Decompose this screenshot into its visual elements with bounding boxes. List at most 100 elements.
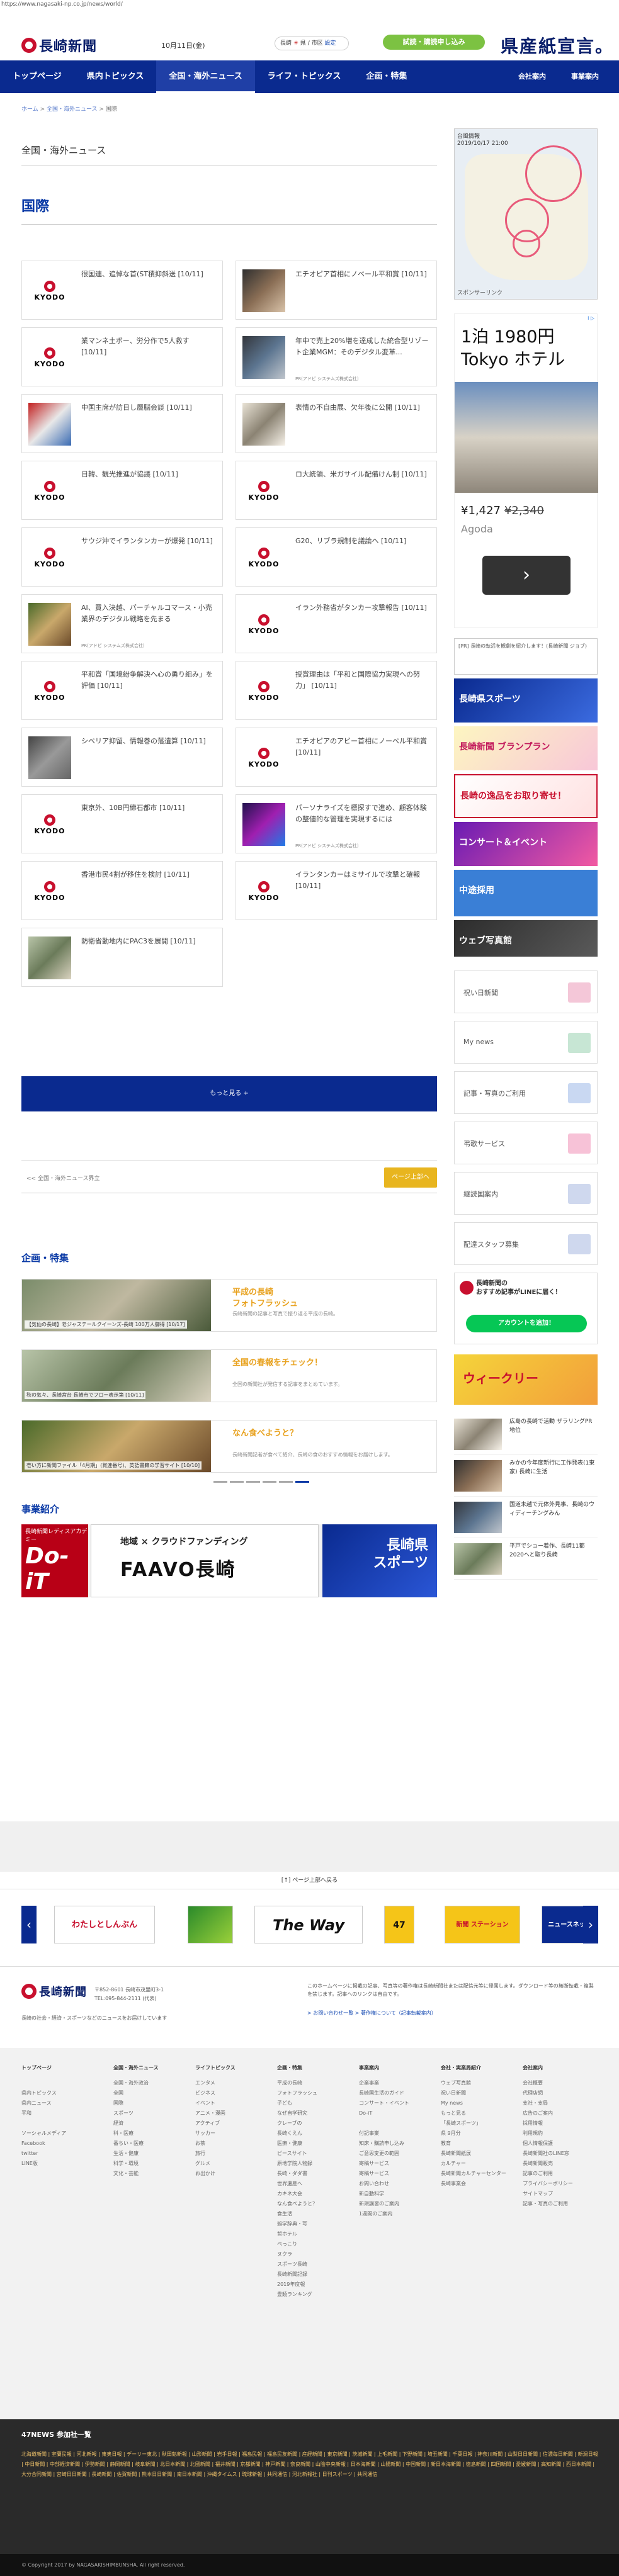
- banner-photo[interactable]: ウェブ写真館: [454, 920, 598, 957]
- sitemap-link[interactable]: 世界遺産へ: [277, 2179, 317, 2189]
- sitemap-link[interactable]: 記事・写真のご利用: [523, 2199, 573, 2209]
- subscribe-button[interactable]: 試読・購読申し込み: [383, 35, 485, 50]
- service-item[interactable]: My news: [454, 1021, 598, 1064]
- sitemap-link[interactable]: [21, 2118, 66, 2129]
- sitemap-link[interactable]: ご意思変更の範囲: [359, 2149, 409, 2159]
- article-card[interactable]: AI、買入決越、パーチャルコマース・小売業界のデジタル戦略を先まる PR(アドビ …: [21, 594, 223, 653]
- service-item[interactable]: 継読国案内: [454, 1172, 598, 1215]
- sitemap-link[interactable]: 会社概要: [523, 2078, 573, 2088]
- sitemap-link[interactable]: 付記事業: [359, 2129, 409, 2139]
- sitemap-link[interactable]: My news: [441, 2098, 506, 2108]
- article-card[interactable]: KYODO G20、リブラ規制を議論へ [10/11]: [236, 527, 437, 587]
- sitemap-link[interactable]: お問い合わせ: [359, 2179, 409, 2189]
- feature-card[interactable]: 壱い方に新聞ファイル「4月期」(賞連番号)、英語書籍の学習サイト [10/10]…: [21, 1420, 437, 1473]
- breadcrumb-home[interactable]: ホーム: [21, 106, 38, 113]
- sitemap-link[interactable]: エンタメ: [195, 2078, 236, 2088]
- sitemap-link[interactable]: 代理店網: [523, 2088, 573, 2098]
- sitemap-link[interactable]: [359, 2118, 409, 2129]
- pager-back-link[interactable]: << 全国・海外ニュース界立: [26, 1174, 100, 1182]
- sitemap-link[interactable]: 旅行: [195, 2149, 236, 2159]
- sitemap-link[interactable]: 科学・環境: [113, 2159, 159, 2169]
- article-card[interactable]: KYODO イランタンカーはミサイルで攻撃と確報 [10/11]: [236, 861, 437, 920]
- sitemap-link[interactable]: 寄稿サービス: [359, 2169, 409, 2179]
- sitemap-link[interactable]: 企業事業: [359, 2078, 409, 2088]
- sitemap-link[interactable]: 新自動科学: [359, 2189, 409, 2199]
- sitemap-link[interactable]: twitter: [21, 2149, 66, 2159]
- sitemap-link[interactable]: イベント: [195, 2098, 236, 2108]
- service-item[interactable]: 記事・写真のご利用: [454, 1071, 598, 1114]
- page-top-button[interactable]: ページ上部へ: [384, 1167, 437, 1188]
- sitemap-link[interactable]: 豊饒ランキング: [277, 2290, 317, 2300]
- slider-dot-active[interactable]: [295, 1481, 309, 1483]
- list-item[interactable]: みかの今年度新行に工作発表(1東家) 長崎に生活: [454, 1455, 598, 1497]
- article-card[interactable]: 防衛省勤地内にPAC3を展開 [10/11]: [21, 928, 223, 987]
- slider-dot[interactable]: [246, 1481, 260, 1483]
- sitemap-link[interactable]: 1週間のご案内: [359, 2209, 409, 2219]
- banner-shop[interactable]: 長崎の逸品をお取り寄せ！: [454, 774, 598, 818]
- sitemap-link[interactable]: 県内ニュース: [21, 2098, 66, 2108]
- sitemap-link[interactable]: 寄稿サービス: [359, 2159, 409, 2169]
- sitemap-link[interactable]: 平和: [21, 2108, 66, 2118]
- sports-banner[interactable]: 長崎県 スポーツ: [322, 1524, 437, 1597]
- footer-links[interactable]: > お問い合わせ一覧 > 著作権について（記事転載案内）: [307, 2010, 436, 2016]
- article-card[interactable]: KYODO 香港市民4割が移住を検討 [10/11]: [21, 861, 223, 920]
- sitemap-link[interactable]: ピースサイト: [277, 2149, 317, 2159]
- sitemap-link[interactable]: 全国・海外政治: [113, 2078, 159, 2088]
- sitemap-link[interactable]: 平成の長崎: [277, 2078, 317, 2088]
- sitemap-heading[interactable]: 事業案内: [359, 2063, 409, 2073]
- feature-card[interactable]: 【気仙の長崎】老ジャステールクイーンズ-長崎 100万人御得 [10/17] 平…: [21, 1279, 437, 1332]
- sitemap-heading[interactable]: 会社案内: [523, 2063, 573, 2073]
- nav-company[interactable]: 会社案内: [518, 60, 546, 93]
- sitemap-link[interactable]: 哲ホテル: [277, 2229, 317, 2239]
- sitemap-link[interactable]: ヌクラ: [277, 2249, 317, 2259]
- sitemap-link[interactable]: アクティブ: [195, 2118, 236, 2129]
- sitemap-link[interactable]: 長崎新聞社のLINE窓: [523, 2149, 573, 2159]
- sitemap-link[interactable]: 支社・支局: [523, 2098, 573, 2108]
- article-card[interactable]: 中国主席が訪日し層脳会談 [10/11]: [21, 394, 223, 453]
- sitemap-link[interactable]: 利用規約: [523, 2129, 573, 2139]
- sitemap-heading[interactable]: トップページ: [21, 2063, 66, 2073]
- sitemap-link[interactable]: フォトフラッシュ: [277, 2088, 317, 2098]
- faavo-banner[interactable]: 地域 × クラウドファンディング FAAVO長崎: [91, 1524, 319, 1597]
- sitemap-heading[interactable]: 会社・実業局紹介: [441, 2063, 506, 2073]
- sitemap-link[interactable]: Facebook: [21, 2139, 66, 2149]
- service-item[interactable]: 配達スタッフ募集: [454, 1222, 598, 1265]
- sitemap-link[interactable]: 知床・購読申し込み: [359, 2139, 409, 2149]
- slider-dot[interactable]: [230, 1481, 244, 1483]
- list-item[interactable]: 国道未越で元体外見事、長崎のウィディーチングみん: [454, 1497, 598, 1538]
- article-card[interactable]: KYODO 平和賞「国境紛争解決へ心の勇り組み」を評価 [10/11]: [21, 661, 223, 720]
- article-card[interactable]: シベリア抑留、情報巻の落遺算 [10/11]: [21, 728, 223, 787]
- doit-banner[interactable]: 長崎新聞レディスアカデミー Do-iT: [21, 1524, 88, 1597]
- sitemap-link[interactable]: 長崎新聞記録: [277, 2269, 317, 2280]
- sitemap-link[interactable]: 県内トピックス: [21, 2088, 66, 2098]
- sitemap-link[interactable]: サッカー: [195, 2129, 236, 2139]
- sitemap-link[interactable]: 教育: [441, 2139, 506, 2149]
- sitemap-link[interactable]: 国際: [113, 2098, 159, 2108]
- carousel-next-icon[interactable]: ›: [583, 1906, 598, 1943]
- sitemap-link[interactable]: 2019年度報: [277, 2280, 317, 2290]
- sitemap-link[interactable]: クレーブの: [277, 2118, 317, 2129]
- carousel-item[interactable]: 新聞 ステーション: [445, 1906, 520, 1943]
- more-button[interactable]: もっと見る +: [21, 1076, 437, 1111]
- sitemap-link[interactable]: 原地学院人物録: [277, 2159, 317, 2169]
- page-top-link[interactable]: [↑] ページ上部へ戻る: [0, 1872, 619, 1889]
- sitemap-link[interactable]: ビジネス: [195, 2088, 236, 2098]
- sitemap-link[interactable]: 長崎事業会: [441, 2179, 506, 2189]
- weekly-ranking-banner[interactable]: ウィークリー: [454, 1354, 598, 1405]
- service-item[interactable]: 弔歌サービス: [454, 1122, 598, 1164]
- sitemap-link[interactable]: 「長崎スポーツ」: [441, 2118, 506, 2129]
- service-item[interactable]: 祝い日新聞: [454, 970, 598, 1013]
- sitemap-link[interactable]: LINE版: [21, 2159, 66, 2169]
- carousel-item[interactable]: 47: [384, 1906, 414, 1943]
- article-card[interactable]: KYODO エチオピアのアビー首相にノーベル平和賞 [10/11]: [236, 728, 437, 787]
- weather-widget[interactable]: 長崎 ☀ 県 / 市区 設定: [275, 37, 349, 50]
- site-logo[interactable]: 長崎新聞: [21, 35, 97, 55]
- sitemap-link[interactable]: 新規講習のご案内: [359, 2199, 409, 2209]
- article-card[interactable]: 年中で売上20%増を達成した統合型リゾート企業MGM：そのデジタル変革... PR…: [236, 327, 437, 386]
- sitemap-link[interactable]: 長崎・ダダ書: [277, 2169, 317, 2179]
- article-card[interactable]: パーソナライズを標探すで進め、顧客体験の整値的な管理を実現するには PR(アドビ …: [236, 794, 437, 853]
- article-card[interactable]: エチオピア首相にノベール平和賞 [10/11]: [236, 261, 437, 320]
- sitemap-link[interactable]: 長崎くえん: [277, 2129, 317, 2139]
- sitemap-link[interactable]: 生活・健康: [113, 2149, 159, 2159]
- sitemap-link[interactable]: 食生活: [277, 2209, 317, 2219]
